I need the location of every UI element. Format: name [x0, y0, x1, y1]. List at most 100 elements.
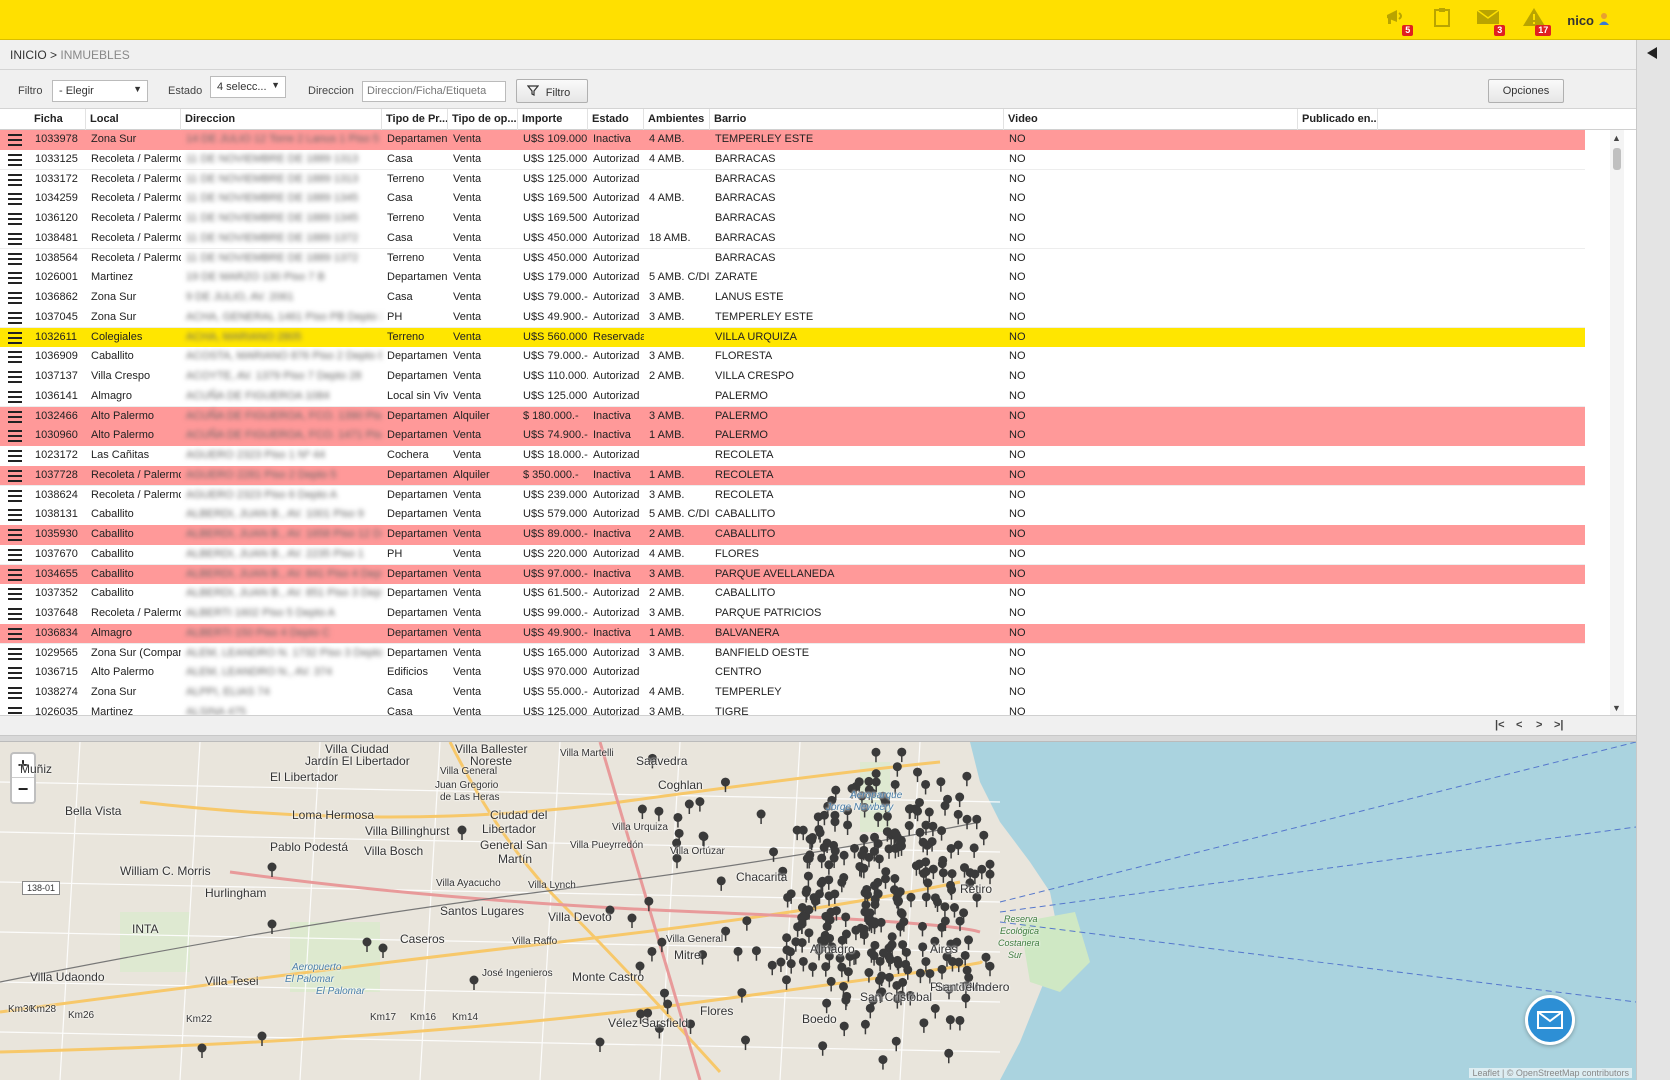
- messages-button[interactable]: 3: [1465, 6, 1511, 36]
- last-page-icon[interactable]: >|: [1554, 719, 1564, 731]
- cell-importe: U$S 74.900.-: [523, 429, 588, 442]
- row-menu-icon[interactable]: [8, 232, 22, 245]
- filtro-select[interactable]: - Elegir ▼: [52, 80, 148, 102]
- column-header[interactable]: Local: [86, 109, 181, 130]
- row-menu-icon[interactable]: [8, 529, 22, 541]
- map-view[interactable]: + − 138-01 Villa Ciudad Villa Ballester Ja…: [0, 742, 1636, 1080]
- column-header[interactable]: Barrio: [710, 109, 1004, 130]
- row-menu-icon[interactable]: [8, 134, 22, 146]
- scrollbar-thumb[interactable]: [1613, 148, 1621, 170]
- notes-button[interactable]: [1419, 6, 1465, 34]
- user-menu[interactable]: nico: [1567, 12, 1610, 29]
- row-menu-icon[interactable]: [8, 627, 22, 640]
- table-row[interactable]: 1038624 Recoleta / Palermo AGUERO 2323 Pis…: [0, 485, 1585, 507]
- table-row[interactable]: 1038274 Zona Sur ALPPI, ELIAS 74 Casa Venta U…: [0, 683, 1585, 704]
- row-menu-icon[interactable]: [8, 568, 22, 581]
- row-menu-icon[interactable]: [8, 272, 22, 285]
- first-page-icon[interactable]: |<: [1495, 719, 1505, 731]
- next-page-icon[interactable]: >: [1536, 719, 1542, 731]
- cell-op: Venta: [453, 508, 482, 521]
- scroll-up-icon[interactable]: ▲: [1612, 133, 1621, 143]
- cell-local: Zona Sur: [91, 133, 137, 145]
- table-row[interactable]: 1033125 Recoleta / Palermo 11 DE NOVIEMBRE…: [0, 149, 1585, 171]
- table-row[interactable]: 1037352 Caballito ALBERDI, JUAN B., AV. 85…: [0, 584, 1585, 605]
- table-row[interactable]: 1029565 Zona Sur (Compar ALEM, LEANDRO N. …: [0, 643, 1585, 665]
- grid-vertical-scrollbar[interactable]: ▲ ▼: [1610, 130, 1624, 716]
- chat-button[interactable]: [1525, 995, 1575, 1045]
- table-row[interactable]: 1037648 Recoleta / Palermo ALBERTI 1602 Pi…: [0, 604, 1585, 625]
- table-row[interactable]: 1037137 Villa Crespo ACOYTE, AV. 1379 Piso…: [0, 367, 1585, 388]
- row-menu-icon[interactable]: [8, 469, 22, 482]
- column-header[interactable]: Estado: [588, 109, 644, 130]
- zoom-out-button[interactable]: −: [12, 778, 34, 802]
- table-row[interactable]: 1033978 Zona Sur 14 DE JULIO 12 Torre 2 La…: [0, 130, 1585, 151]
- scroll-down-icon[interactable]: ▼: [1612, 703, 1621, 713]
- cell-video: NO: [1009, 133, 1026, 145]
- column-header[interactable]: Tipo de op...: [448, 109, 518, 130]
- table-row[interactable]: 1030960 Alto Palermo ACUÑA DE FIGUEROA, FC…: [0, 426, 1585, 447]
- row-menu-icon[interactable]: [8, 390, 22, 403]
- collapse-panel-button[interactable]: [1645, 46, 1659, 63]
- column-header[interactable]: Importe: [518, 109, 588, 130]
- table-row[interactable]: 1036909 Caballito ACOSTA, MARIANO 876 Piso…: [0, 347, 1585, 368]
- table-row[interactable]: 1034259 Recoleta / Palermo 11 DE NOVIEMBRE…: [0, 189, 1585, 210]
- table-row[interactable]: 1036715 Alto Palermo ALEM, LEANDRO N., AV.…: [0, 663, 1585, 684]
- row-menu-icon[interactable]: [8, 371, 22, 383]
- row-menu-icon[interactable]: [8, 489, 22, 502]
- column-header[interactable]: Ambientes: [644, 109, 710, 130]
- table-row[interactable]: 1032466 Alto Palermo ACUÑA DE FIGUEROA, FC…: [0, 406, 1585, 428]
- row-menu-icon[interactable]: [8, 292, 22, 304]
- table-row[interactable]: 1036834 Almagro ALBERTI 150 Piso 4 Depto C…: [0, 623, 1585, 645]
- row-menu-icon[interactable]: [8, 153, 22, 166]
- row-menu-icon[interactable]: [8, 548, 22, 561]
- row-menu-icon[interactable]: [8, 351, 22, 364]
- column-header[interactable]: Direccion: [181, 109, 382, 130]
- table-row[interactable]: 1036862 Zona Sur 9 DE JULIO, AV. 2061 Casa V…: [0, 288, 1585, 309]
- row-menu-icon[interactable]: [8, 588, 22, 601]
- table-row[interactable]: 1023172 Las Cañitas AGUERO 2323 Piso 1 Nº …: [0, 446, 1585, 467]
- table-row[interactable]: 1037670 Caballito ALBERDI, JUAN B., AV. 22…: [0, 544, 1585, 566]
- table-row[interactable]: 1036120 Recoleta / Palermo 11 DE NOVIEMBRE…: [0, 209, 1585, 230]
- row-menu-icon[interactable]: [8, 252, 22, 265]
- table-row[interactable]: 1026001 Martinez 19 DE MARZO 130 Piso 7 B D…: [0, 268, 1585, 289]
- table-row[interactable]: 1026035 Martinez ALSINA 475 Casa Venta U$S 12…: [0, 702, 1585, 716]
- row-menu-icon[interactable]: [8, 213, 22, 225]
- row-menu-icon[interactable]: [8, 193, 22, 206]
- table-row[interactable]: 1035930 Caballito ALBERDI, JUAN B., AV. 16…: [0, 525, 1585, 546]
- row-menu-icon[interactable]: [8, 173, 22, 186]
- table-row[interactable]: 1032611 Colegiales ACHA, MARIANO 2805 Terre…: [0, 327, 1585, 349]
- table-row[interactable]: 1037045 Zona Sur ACHA, GENERAL 1461 Piso P…: [0, 307, 1585, 329]
- row-menu-icon[interactable]: [8, 311, 22, 324]
- direccion-input[interactable]: Direccion/Ficha/Etiqueta: [362, 81, 506, 102]
- column-header[interactable]: Ficha: [30, 109, 86, 130]
- table-row[interactable]: 1037728 Recoleta / Palermo AGUERO 2281 Pis…: [0, 465, 1585, 487]
- table-row[interactable]: 1038481 Recoleta / Palermo 11 DE NOVIEMBRE…: [0, 228, 1585, 250]
- row-menu-icon[interactable]: [8, 410, 22, 423]
- row-menu-icon[interactable]: [8, 450, 22, 462]
- table-row[interactable]: 1038564 Recoleta / Palermo 11 DE NOVIEMBRE…: [0, 248, 1585, 270]
- breadcrumb-home[interactable]: INICIO >: [10, 48, 57, 62]
- row-menu-icon[interactable]: [8, 430, 22, 443]
- filter-button[interactable]: Filtro: [516, 79, 588, 103]
- column-header[interactable]: Publicado en...: [1298, 109, 1378, 130]
- row-menu-icon[interactable]: [8, 608, 22, 620]
- row-menu-icon[interactable]: [8, 647, 22, 660]
- options-button[interactable]: Opciones: [1488, 79, 1564, 103]
- row-menu-icon[interactable]: [8, 687, 22, 699]
- table-row[interactable]: 1036141 Almagro ACUÑA DE FIGUEROA 1084 Loca…: [0, 386, 1585, 408]
- cell-barrio: FLORES: [715, 547, 760, 560]
- column-header[interactable]: Video: [1004, 109, 1298, 130]
- row-menu-icon[interactable]: [8, 331, 22, 344]
- table-row[interactable]: 1038131 Caballito ALBERDI, JUAN B., AV. 10…: [0, 505, 1585, 526]
- map-attribution[interactable]: Leaflet | © OpenStreetMap contributors: [1469, 1068, 1632, 1078]
- row-menu-icon[interactable]: [8, 509, 22, 522]
- column-header[interactable]: Tipo de Pr...: [382, 109, 448, 130]
- map-place-label: Jorge Newbery: [826, 802, 894, 813]
- table-row[interactable]: 1034655 Caballito ALBERDI, JUAN B., AV. 84…: [0, 564, 1585, 586]
- alerts-button[interactable]: 17: [1511, 6, 1557, 36]
- table-row[interactable]: 1033172 Recoleta / Palermo 11 DE NOVIEMBRE…: [0, 169, 1585, 191]
- previous-page-icon[interactable]: <: [1516, 719, 1522, 731]
- announcements-button[interactable]: 5: [1373, 6, 1419, 36]
- row-menu-icon[interactable]: [8, 667, 22, 680]
- estado-select[interactable]: 4 selecc... ▼: [210, 76, 286, 98]
